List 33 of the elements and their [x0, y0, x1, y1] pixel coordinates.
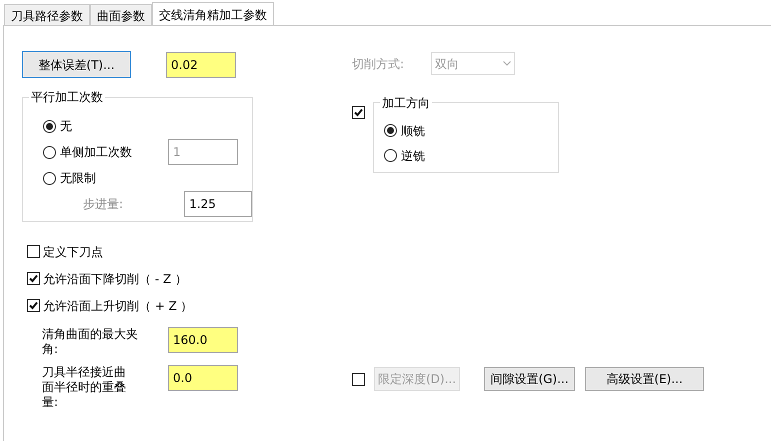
radio-label: 顺铣	[401, 122, 425, 140]
cut-method-label: 切削方式:	[352, 56, 406, 72]
checkbox[interactable]	[27, 299, 40, 312]
tab[interactable]: 刀具路径参数	[4, 4, 90, 25]
settings-button[interactable]: 间隙设置(G)...	[484, 367, 575, 391]
field-label: 清角曲面的最大夹角:	[42, 327, 139, 357]
tab[interactable]: 交线清角精加工参数	[152, 2, 274, 25]
radio-button[interactable]	[43, 120, 56, 132]
settings-button[interactable]: 高级设置(E)...	[585, 367, 704, 391]
input-field[interactable]: 0.02	[166, 52, 236, 78]
input-field[interactable]: 160.0	[168, 327, 238, 353]
checkbox-label: 定义下刀点	[43, 244, 103, 260]
radio-label: 无	[60, 118, 72, 135]
checkbox[interactable]	[27, 245, 40, 258]
checkbox-label: 允许沿面下降切削（ - Z ）	[43, 270, 187, 288]
stepover-label: 步进量:	[83, 196, 124, 213]
checkbox[interactable]	[27, 272, 40, 285]
group-title: 平行加工次数	[29, 89, 105, 105]
input-field[interactable]: 0.0	[168, 365, 238, 391]
radio-button[interactable]	[43, 146, 56, 158]
tolerance-button[interactable]: 整体误差(T)...	[22, 51, 131, 78]
checkbox-label: 允许沿面上升切削（ + Z ）	[43, 298, 193, 314]
tab[interactable]: 曲面参数	[90, 4, 152, 25]
radio-label: 逆铣	[401, 148, 425, 164]
radio-label: 单侧加工次数	[60, 144, 132, 161]
field-label: 刀具半径接近曲面半径时的重叠量:	[42, 365, 127, 410]
radio-button[interactable]	[384, 124, 397, 137]
checkbox[interactable]	[352, 106, 365, 119]
chevron-down-icon	[503, 61, 511, 66]
group-title: 加工方向	[380, 95, 432, 111]
radio-button[interactable]	[43, 172, 56, 184]
radio-button[interactable]	[384, 149, 397, 162]
radio-label: 无限制	[60, 170, 96, 187]
